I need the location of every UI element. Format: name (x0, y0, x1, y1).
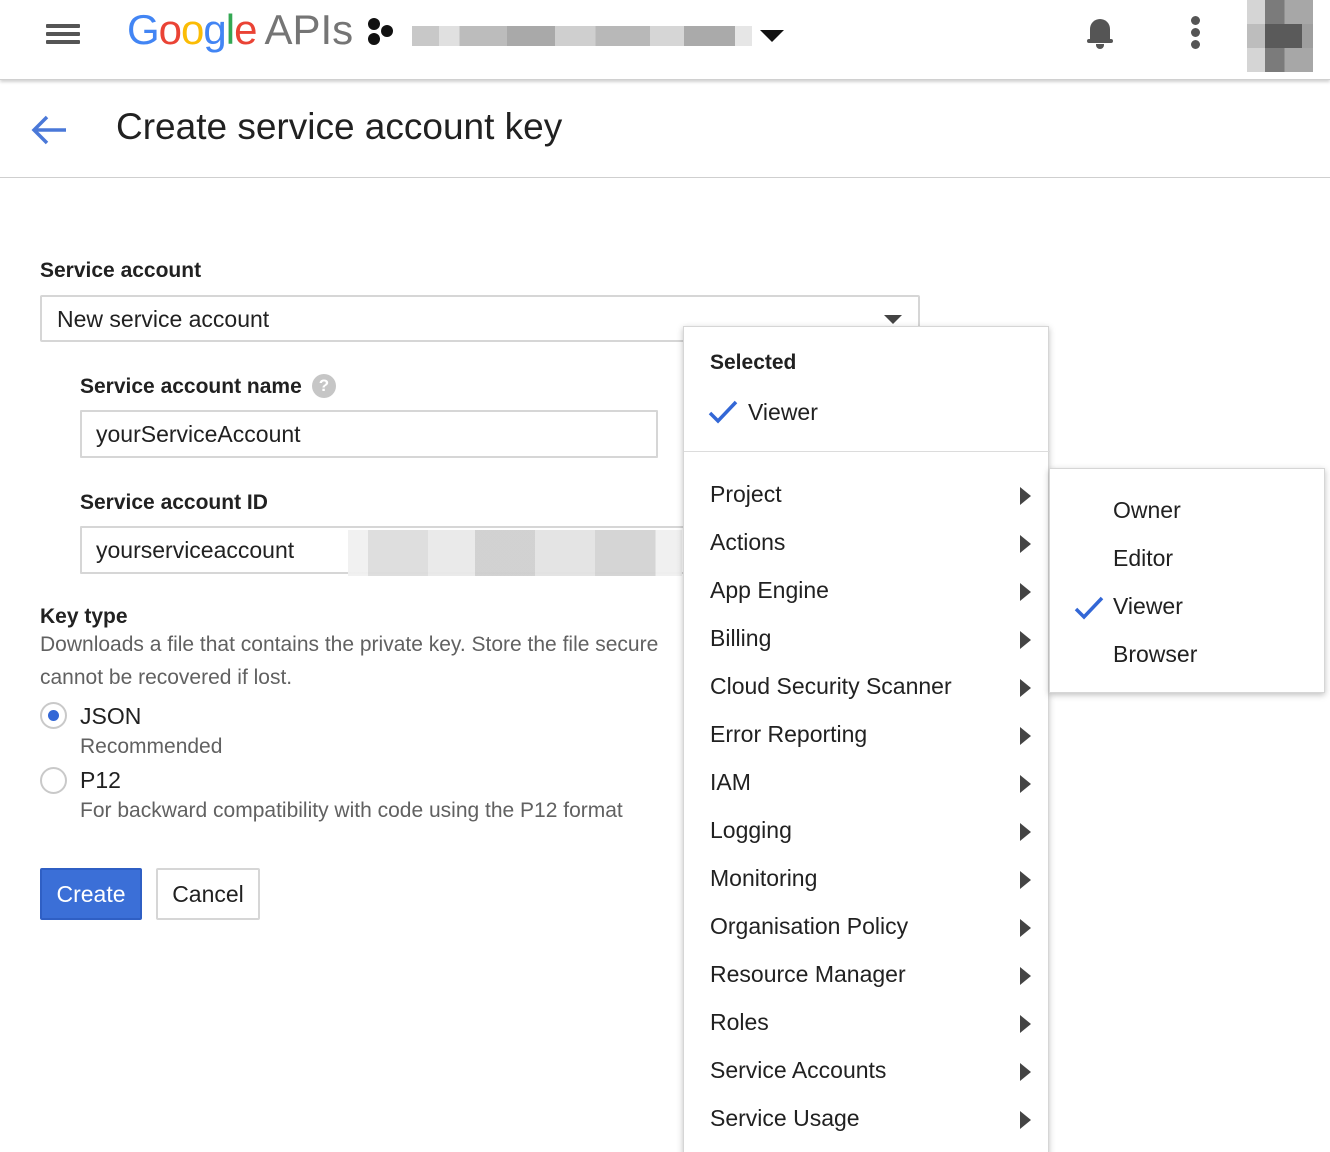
service-account-name-value: yourServiceAccount (96, 421, 301, 447)
create-button[interactable]: Create (40, 868, 142, 920)
role-category-list: Project Actions App Engine Billing Cloud… (684, 473, 1050, 1145)
kebab-menu-icon[interactable] (1186, 16, 1206, 50)
role-category-item[interactable]: Service Usage (684, 1097, 1050, 1145)
service-account-name-label: Service account name (80, 375, 302, 398)
chevron-right-icon (1020, 823, 1031, 841)
role-category-item[interactable]: Error Reporting (684, 713, 1050, 761)
chevron-right-icon (1020, 967, 1031, 985)
chevron-down-icon (884, 315, 902, 324)
json-radio-hint: Recommended (80, 735, 223, 758)
check-icon (1074, 596, 1104, 620)
role-select-menu: Selected Viewer Project Actions App Engi… (683, 326, 1050, 1152)
chevron-right-icon (1020, 871, 1031, 889)
chevron-right-icon (1020, 1063, 1031, 1081)
arrow-back-icon[interactable] (30, 112, 70, 148)
chevron-right-icon (1020, 775, 1031, 793)
role-option-viewer[interactable]: Viewer (1050, 585, 1326, 633)
role-category-item[interactable]: Service Accounts (684, 1049, 1050, 1097)
chevron-right-icon (1020, 487, 1031, 505)
page-title: Create service account key (116, 106, 563, 147)
role-category-item[interactable]: IAM (684, 761, 1050, 809)
bell-icon[interactable] (1086, 16, 1116, 50)
role-category-item[interactable]: Cloud Security Scanner (684, 665, 1050, 713)
key-type-label: Key type (40, 605, 128, 628)
chevron-right-icon (1020, 535, 1031, 553)
role-option-editor[interactable]: Editor (1050, 537, 1326, 585)
project-role-submenu: Owner Editor Viewer Browser (1049, 468, 1325, 693)
role-category-item[interactable]: Organisation Policy (684, 905, 1050, 953)
chevron-right-icon (1020, 919, 1031, 937)
google-apis-logo[interactable]: Google APIs (127, 6, 353, 54)
role-category-item[interactable]: App Engine (684, 569, 1050, 617)
json-radio[interactable] (40, 702, 67, 729)
service-account-select-value: New service account (57, 306, 270, 332)
role-category-item[interactable]: Resource Manager (684, 953, 1050, 1001)
project-role-list: Owner Editor Viewer Browser (1050, 489, 1326, 681)
json-radio-label[interactable]: JSON (80, 703, 141, 730)
service-account-name-field[interactable]: yourServiceAccount (80, 410, 658, 458)
role-category-item[interactable]: Actions (684, 521, 1050, 569)
service-account-id-value: yourserviceaccount (96, 537, 295, 563)
chevron-right-icon (1020, 1015, 1031, 1033)
project-dropdown-caret-icon[interactable] (760, 30, 784, 42)
page-header: Create service account key (0, 82, 1330, 178)
role-category-item[interactable]: Billing (684, 617, 1050, 665)
avatar[interactable] (1247, 0, 1313, 72)
chevron-right-icon (1020, 631, 1031, 649)
chevron-right-icon (1020, 727, 1031, 745)
service-account-id-label: Service account ID (80, 491, 268, 514)
role-category-item[interactable]: Project (684, 473, 1050, 521)
role-category-item[interactable]: Logging (684, 809, 1050, 857)
role-category-item[interactable]: Monitoring (684, 857, 1050, 905)
p12-radio-label[interactable]: P12 (80, 767, 121, 794)
selected-role-label: Viewer (748, 399, 818, 425)
menu-divider (684, 451, 1050, 452)
service-account-label: Service account (40, 259, 202, 282)
cancel-button[interactable]: Cancel (156, 868, 260, 920)
chevron-right-icon (1020, 1111, 1031, 1129)
chevron-right-icon (1020, 679, 1031, 697)
role-category-item[interactable]: Roles (684, 1001, 1050, 1049)
key-type-description-line2: cannot be recovered if lost. (40, 666, 293, 689)
p12-radio-hint: For backward compatibility with code usi… (80, 799, 623, 822)
project-name-redacted[interactable] (412, 26, 752, 46)
top-app-bar: Google APIs (0, 0, 1330, 80)
key-type-description: Downloads a file that contains the priva… (40, 633, 659, 656)
p12-radio[interactable] (40, 767, 67, 794)
selected-roles-heading: Selected (710, 351, 797, 374)
chevron-right-icon (1020, 583, 1031, 601)
role-option-browser[interactable]: Browser (1050, 633, 1326, 681)
check-icon (708, 400, 738, 424)
hamburger-menu-icon[interactable] (44, 21, 84, 47)
service-account-id-domain-redacted (348, 530, 682, 576)
help-icon[interactable]: ? (312, 374, 336, 398)
project-hexagon-icon[interactable] (366, 16, 398, 48)
role-option-owner[interactable]: Owner (1050, 489, 1326, 537)
